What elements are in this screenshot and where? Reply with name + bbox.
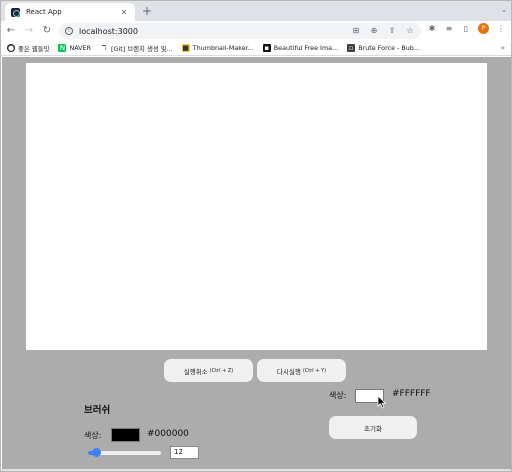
bookmark-item[interactable]: ■ Thumbnail-Maker... (181, 44, 254, 52)
slider-thumb[interactable] (92, 448, 102, 457)
share-icon[interactable]: ⇪ (387, 26, 397, 35)
brush-color-hex: #000000 (147, 429, 189, 439)
reset-label: 초기화 (364, 424, 382, 433)
puzzle-icon[interactable]: ✱ (427, 24, 437, 33)
bookmark-item[interactable]: ▪ Beautiful Free Ima... (262, 44, 338, 52)
drawing-canvas[interactable] (26, 63, 487, 350)
redo-button[interactable]: 다시실행 (Ctrl + Y) (257, 359, 346, 382)
side-panel-icon[interactable]: ▯ (461, 24, 471, 33)
redo-label: 다시실행 (276, 367, 301, 376)
bookmark-item[interactable]: N NAVER (58, 44, 91, 52)
git-icon: ℸ (101, 44, 107, 52)
undo-button[interactable]: 실행취소 (Ctrl + Z) (164, 359, 253, 382)
zoom-icon[interactable]: ⊕ (369, 26, 379, 35)
thumbnail-icon: ■ (181, 44, 190, 52)
unsplash-icon: ▪ (262, 44, 271, 52)
bookmark-item[interactable]: ● 좋은 웹들밋 (7, 44, 49, 53)
mouse-cursor-icon (377, 395, 387, 409)
naver-icon: N (58, 44, 67, 52)
media-control-icon[interactable]: ≡ (444, 24, 454, 33)
undo-shortcut: (Ctrl + Z) (209, 367, 234, 374)
star-icon[interactable]: ☆ (405, 26, 415, 35)
brush-size-slider[interactable] (88, 448, 161, 457)
arrow-right-icon: → (24, 25, 34, 36)
tab-react-app[interactable]: React App ✕ (5, 3, 135, 21)
background-color-hex: #FFFFFF (392, 389, 431, 399)
bookmarks-bar: ● 좋은 웹들밋 N NAVER ℸ [Git] 브랜치 생성 및... ■ T… (1, 41, 511, 56)
redo-shortcut: (Ctrl + Y) (302, 367, 327, 374)
translate-icon[interactable]: ⊞ (351, 26, 361, 35)
new-tab-button[interactable]: + (140, 3, 154, 19)
reload-button[interactable]: ↻ (39, 23, 55, 39)
bookmark-item[interactable]: ▫ Brute Force - Bub... (347, 44, 420, 52)
address-bar[interactable]: i localhost:3000 ⊞ ⊕ ⇪ ☆ (59, 23, 421, 39)
arrow-left-icon: ← (6, 25, 16, 36)
undo-label: 실행취소 (183, 367, 208, 376)
chevron-down-icon[interactable]: ⌄ (501, 6, 507, 14)
back-button[interactable]: ← (3, 23, 19, 39)
brush-title: 브러쉬 (84, 405, 111, 416)
address-url: localhost:3000 (79, 26, 138, 36)
github-icon: ● (7, 44, 15, 52)
reset-button[interactable]: 초기화 (329, 416, 417, 439)
kebab-menu-icon[interactable]: ⋮ (496, 24, 506, 33)
reload-icon: ↻ (42, 25, 52, 36)
react-icon (11, 7, 20, 17)
bookmark-item[interactable]: ℸ [Git] 브랜치 생성 및... (100, 44, 173, 53)
address-bar-actions: ⊞ ⊕ ⇪ ☆ (351, 26, 415, 35)
info-icon[interactable]: i (65, 27, 73, 35)
tab-strip: React App ✕ + ⌄ (1, 1, 511, 21)
chevron-double-right-icon[interactable]: » (501, 44, 505, 52)
background-color-label: 색상: (329, 391, 347, 400)
brush-color-picker[interactable] (111, 428, 140, 442)
extensions-area: ✱ ≡ ▯ P ⋮ (427, 23, 506, 34)
close-icon[interactable]: ✕ (119, 8, 129, 17)
brush-color-label: 색상: (84, 431, 102, 440)
tab-title: React App (26, 8, 62, 16)
browser-window: React App ✕ + ⌄ ← → ↻ i localhost:3000 ⊞… (0, 0, 512, 472)
bookmark-page-icon: ▫ (347, 44, 356, 52)
brush-size-input[interactable]: 12 (170, 446, 199, 459)
forward-button[interactable]: → (21, 23, 37, 39)
profile-avatar[interactable]: P (478, 23, 489, 34)
app-page: 실행취소 (Ctrl + Z) 다시실행 (Ctrl + Y) 브러쉬 색상: … (2, 57, 511, 469)
